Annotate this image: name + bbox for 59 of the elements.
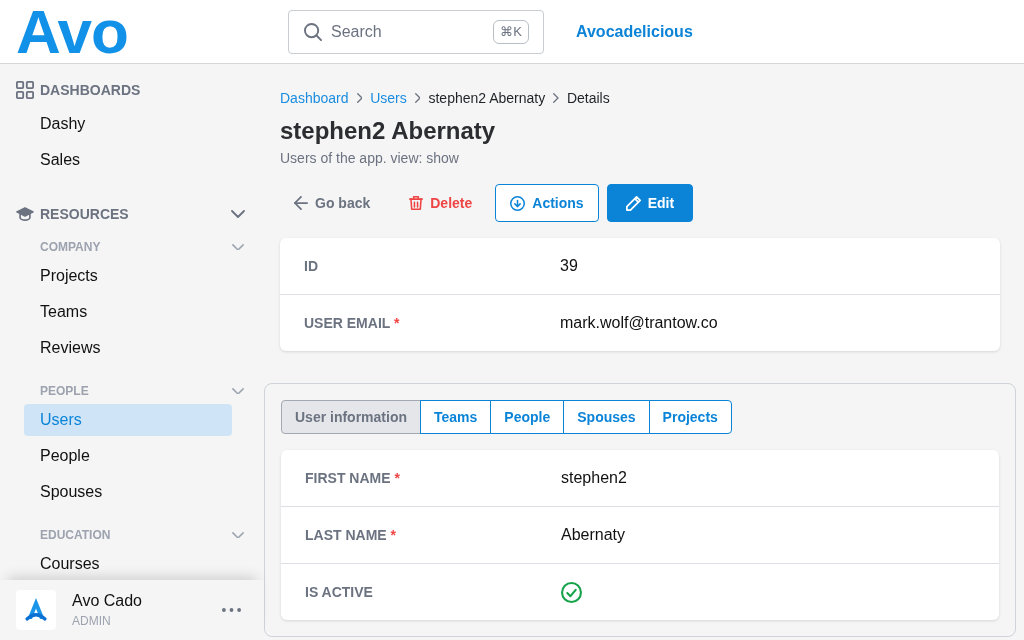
chevron-right-icon	[414, 93, 421, 103]
field-value: stephen2	[561, 468, 627, 488]
breadcrumb-item: stephen2 Abernaty	[428, 89, 546, 108]
user-name: Avo Cado	[72, 591, 142, 611]
sidebar-item[interactable]: Courses	[24, 548, 232, 580]
field-label: ID	[303, 256, 319, 276]
user-role: ADMIN	[72, 613, 112, 629]
more-dots-icon[interactable]	[222, 608, 241, 612]
field-label: LAST NAME *	[304, 525, 397, 545]
tab[interactable]: Spouses	[563, 400, 650, 434]
sidebar-item[interactable]: Projects	[24, 260, 232, 292]
breadcrumb-link[interactable]: Users	[370, 88, 407, 108]
group-title: EDUCATION	[40, 527, 111, 544]
search-icon	[304, 22, 322, 41]
pencil-icon	[625, 195, 641, 211]
group-title: COMPANY	[40, 239, 101, 256]
trash-icon	[409, 196, 424, 210]
app-logo-icon	[16, 590, 56, 630]
actions-button[interactable]: Actions	[495, 184, 599, 222]
chevron-right-icon	[553, 93, 559, 103]
page-subtitle: Users of the app. view: show	[280, 149, 460, 168]
chevron-right-icon	[356, 93, 363, 103]
tab[interactable]: Teams	[420, 400, 492, 434]
field-label: USER EMAIL *	[303, 313, 401, 333]
group-title: PEOPLE	[40, 383, 89, 400]
arrow-left-icon	[294, 196, 308, 210]
delete-button[interactable]: Delete	[394, 184, 488, 222]
sidebar-item[interactable]: Dashy	[24, 108, 232, 140]
breadcrumb-link[interactable]: Dashboard	[280, 88, 349, 108]
sidebar-item[interactable]: Teams	[24, 296, 232, 328]
section-title: RESOURCES	[40, 204, 129, 224]
graduation-cap-icon	[16, 205, 34, 223]
sidebar-item[interactable]: Users	[24, 404, 232, 436]
sidebar-item[interactable]: Spouses	[24, 476, 232, 508]
chevron-down-icon[interactable]	[232, 243, 244, 251]
grid-icon	[16, 81, 34, 99]
sidebar-item[interactable]: Sales	[24, 144, 232, 176]
tab[interactable]: People	[490, 400, 565, 434]
brand-logo[interactable]: Avo	[16, 0, 128, 63]
app-link[interactable]: Avocadelicious	[576, 19, 693, 44]
section-title: DASHBOARDS	[40, 80, 141, 100]
field-value: mark.wolf@trantow.co	[560, 313, 718, 333]
field-label: IS ACTIVE	[304, 582, 374, 602]
tab[interactable]: Projects	[648, 400, 732, 434]
breadcrumb-item: Details	[566, 89, 610, 108]
chevron-down-icon[interactable]	[232, 531, 244, 539]
field-value: Abernaty	[561, 525, 626, 545]
tab[interactable]: User information	[281, 400, 421, 434]
sidebar-item[interactable]: Reviews	[24, 332, 232, 364]
edit-button[interactable]: Edit	[606, 184, 694, 222]
chevron-down-icon[interactable]	[232, 387, 244, 395]
field-value: 39	[560, 256, 578, 276]
chevron-down-icon[interactable]	[231, 210, 245, 218]
sidebar-item[interactable]: People	[24, 440, 232, 472]
back-button[interactable]: Go back	[280, 184, 387, 222]
circle-arrow-down-icon	[510, 195, 526, 211]
field-label: FIRST NAME *	[304, 468, 401, 488]
keyboard-shortcut: ⌘K	[493, 19, 529, 44]
page-title: stephen2 Abernaty	[280, 116, 497, 146]
